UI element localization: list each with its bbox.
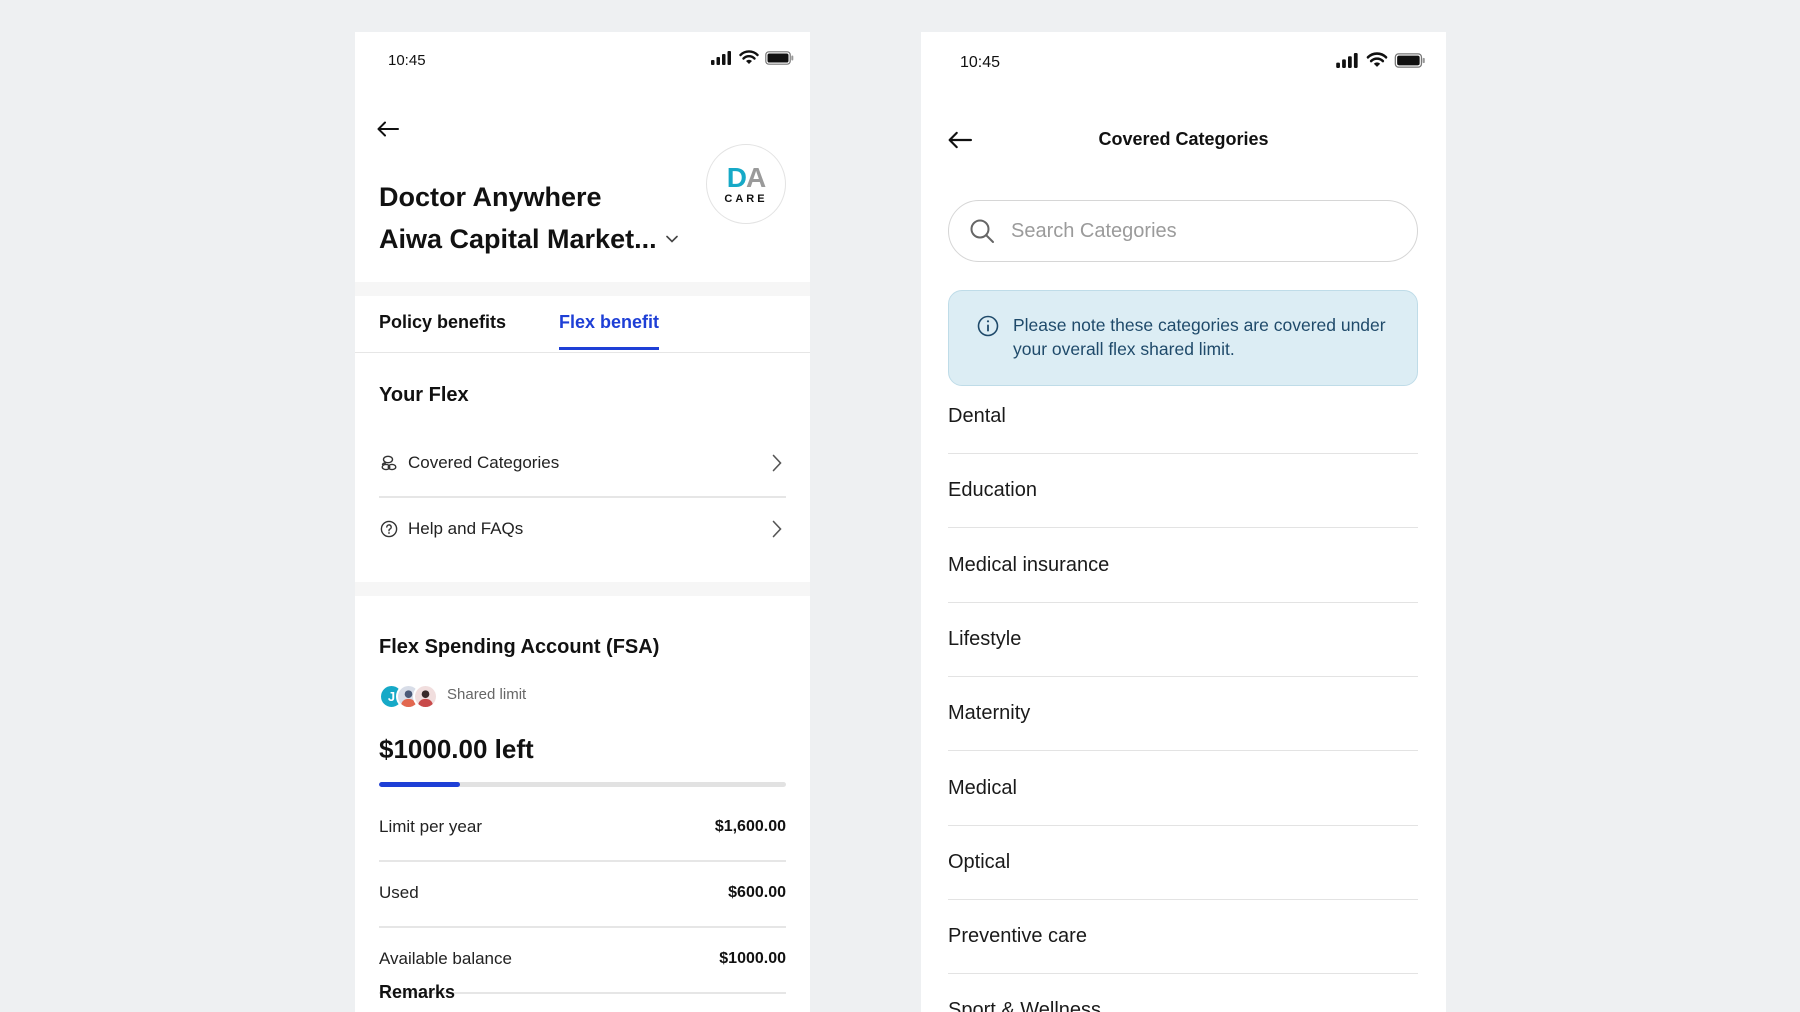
chevron-down-icon — [666, 235, 678, 243]
section-gap — [355, 582, 810, 596]
wifi-icon — [739, 50, 759, 70]
shared-limit-label: Shared limit — [447, 686, 527, 703]
search-icon — [970, 219, 994, 243]
battery-icon — [765, 50, 794, 70]
covered-categories-label: Covered Categories — [408, 453, 560, 472]
coins-icon — [379, 453, 399, 473]
status-time: 10:45 — [388, 52, 426, 69]
help-faqs-link[interactable]: Help and FAQs — [379, 496, 786, 562]
status-time: 10:45 — [960, 54, 1001, 71]
covered-categories-screen: 10:45 Covered Categories Please note the… — [921, 32, 1446, 1012]
category-item[interactable]: Preventive care — [948, 900, 1418, 975]
org-sub-name[interactable]: Aiwa Capital Market... — [379, 218, 657, 260]
category-item[interactable]: Education — [948, 454, 1418, 529]
category-item[interactable]: Medical — [948, 752, 1418, 826]
org-dropdown-toggle[interactable] — [661, 228, 683, 250]
arrow-left-icon — [377, 121, 399, 137]
tab-flex-benefit[interactable]: Flex benefit — [559, 312, 660, 350]
wifi-icon — [1366, 52, 1388, 73]
status-bar: 10:45 — [921, 32, 1446, 92]
chevron-right-icon — [768, 520, 786, 538]
category-item[interactable]: Optical — [948, 826, 1418, 900]
org-name: Doctor Anywhere — [379, 182, 602, 212]
fsa-progress-bar — [379, 782, 786, 787]
signal-icon — [711, 50, 733, 70]
tab-policy-benefits[interactable]: Policy benefits — [379, 312, 506, 347]
category-item[interactable]: Maternity — [948, 677, 1418, 752]
info-icon — [977, 315, 999, 337]
info-text: Please note these categories are covered… — [1013, 315, 1386, 359]
amount-left: $1000.00 left — [379, 734, 534, 764]
section-gap — [355, 282, 810, 296]
your-flex-title: Your Flex — [379, 384, 469, 406]
fsa-title: Flex Spending Account (FSA) — [379, 636, 660, 658]
page-title: Covered Categories — [1098, 129, 1269, 149]
search-bar[interactable] — [948, 200, 1418, 262]
category-item[interactable]: Sport & Wellness — [948, 974, 1418, 1012]
used-row: Used $600.00 — [379, 883, 786, 902]
question-circle-icon — [379, 519, 399, 539]
covered-categories-link[interactable]: Covered Categories — [379, 430, 786, 496]
shared-members-avatars: J — [379, 684, 438, 709]
category-item[interactable]: Lifestyle — [948, 603, 1418, 677]
chevron-right-icon — [768, 454, 786, 472]
signal-icon — [1336, 52, 1360, 73]
fsa-progress-fill — [379, 782, 461, 787]
back-button[interactable] — [373, 114, 403, 144]
flex-benefit-screen: 10:45 Doctor Anywhere Aiwa Capital Marke… — [355, 32, 810, 1012]
category-item[interactable]: Dental — [948, 380, 1418, 454]
battery-icon — [1394, 52, 1426, 73]
limit-per-year-row: Limit per year $1,600.00 — [379, 817, 786, 836]
status-bar: 10:45 — [355, 32, 810, 92]
avatar — [413, 684, 438, 709]
help-faqs-label: Help and FAQs — [408, 519, 524, 538]
benefit-tabs: Policy benefits Flex benefit — [355, 298, 810, 353]
category-item[interactable]: Medical insurance — [948, 529, 1418, 603]
remarks-title: Remarks — [379, 982, 456, 1002]
provider-logo: DA CARE — [706, 144, 786, 224]
search-input[interactable] — [1011, 219, 1391, 243]
info-banner: Please note these categories are covered… — [948, 290, 1418, 386]
